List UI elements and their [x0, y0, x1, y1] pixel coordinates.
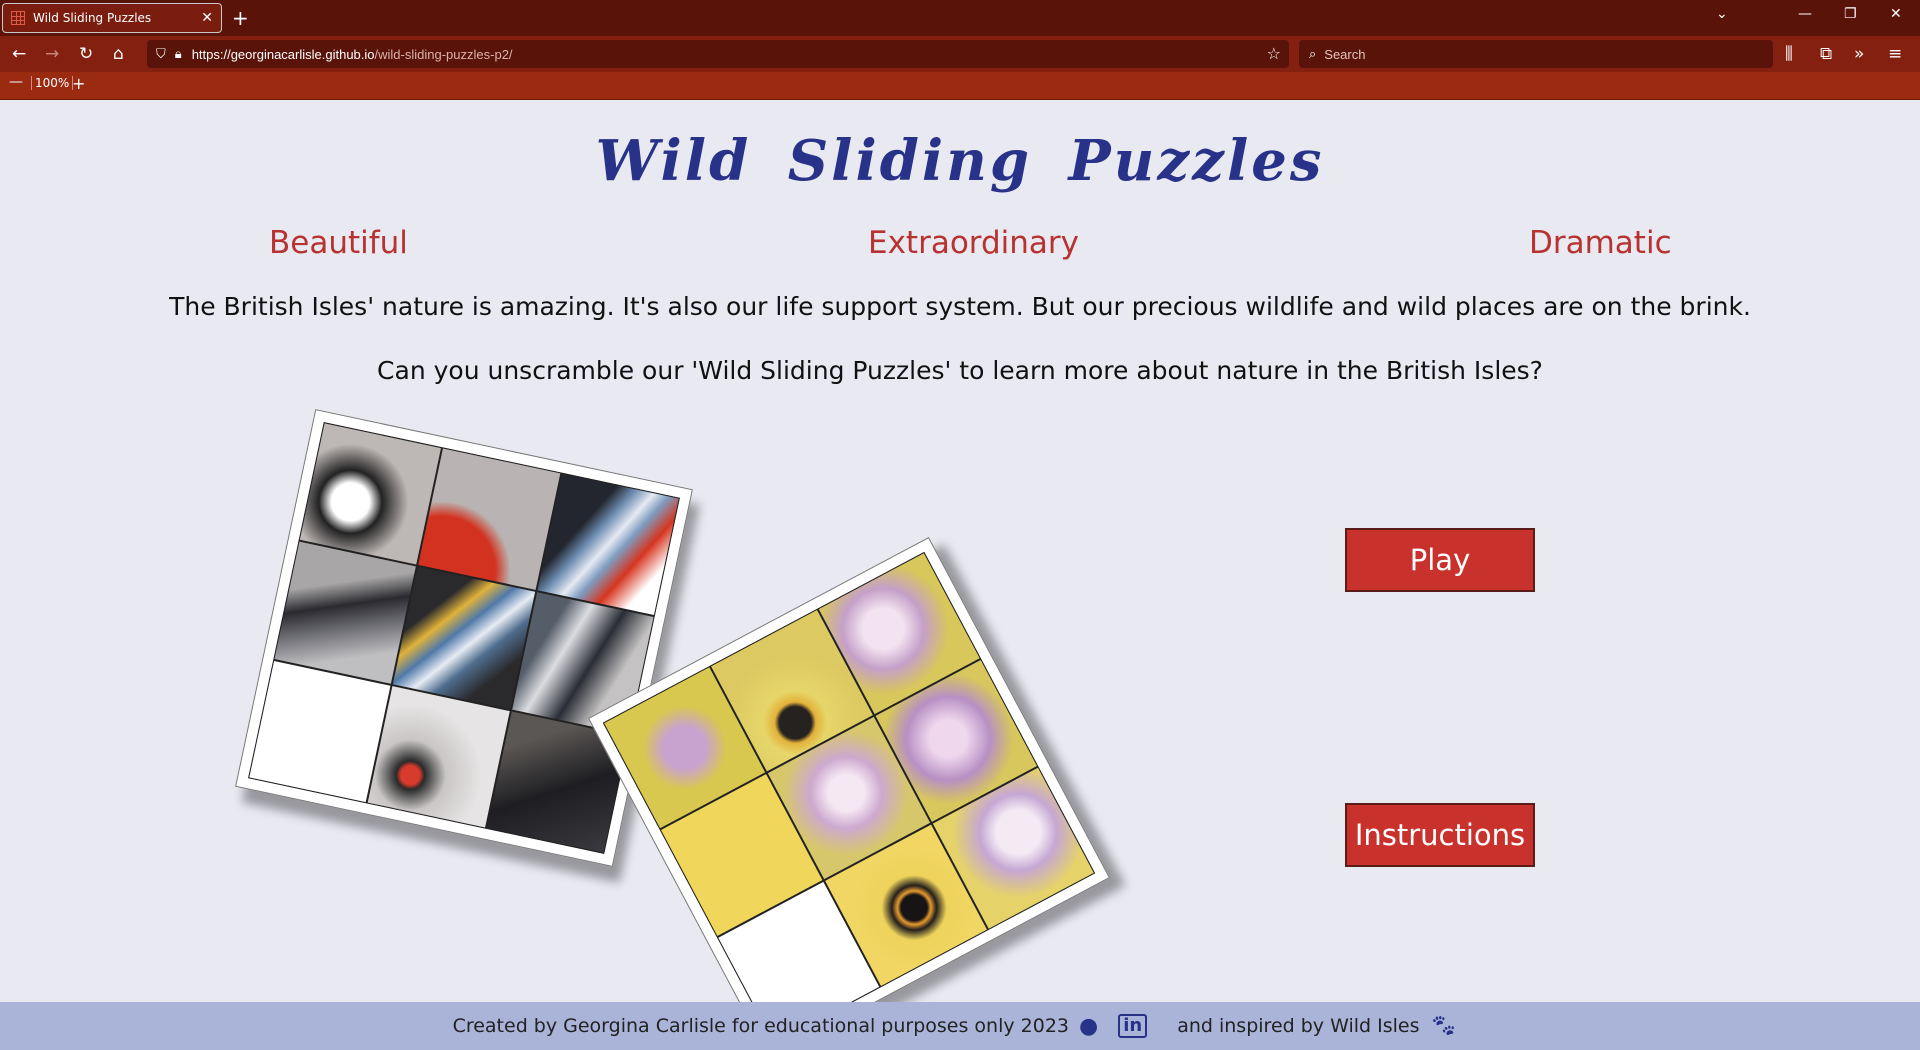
zoom-out-icon[interactable]: — — [9, 74, 23, 90]
page-content: Wild Sliding Puzzles Beautiful Extraordi… — [0, 100, 1920, 1050]
footer: Created by Georgina Carlisle for educati… — [0, 1002, 1920, 1050]
restore-icon[interactable]: ❐ — [1844, 6, 1857, 22]
lock-icon[interactable]: 🔒︎ — [175, 47, 182, 62]
browser-tab[interactable]: Wild Sliding Puzzles ✕ — [2, 3, 222, 33]
play-button[interactable]: Play — [1345, 528, 1535, 592]
extensions-icon[interactable]: ⧉ — [1820, 44, 1832, 64]
puzzle-empty-tile — [249, 660, 391, 803]
page-title: Wild Sliding Puzzles — [595, 128, 1325, 194]
puzzle-tile — [393, 567, 535, 709]
puzzle-tile — [418, 448, 560, 591]
github-icon[interactable]: ● — [1079, 1014, 1098, 1039]
search-icon: ⌕ — [1309, 46, 1317, 61]
tagline-beautiful: Beautiful — [269, 225, 408, 261]
address-bar[interactable]: ⛉ 🔒︎ https://georginacarlisle.github.io/… — [147, 40, 1289, 68]
footer-credit: Created by Georgina Carlisle for educati… — [452, 1015, 1070, 1037]
minimize-icon[interactable]: — — [1798, 6, 1812, 22]
list-all-tabs-icon[interactable]: ⌄ — [1716, 6, 1728, 22]
puzzle-tile — [537, 473, 679, 616]
shield-icon[interactable]: ⛉ — [156, 47, 166, 62]
new-tab-icon[interactable]: + — [232, 6, 249, 30]
search-placeholder: Search — [1324, 46, 1366, 62]
bookmark-star-icon[interactable]: ☆ — [1267, 44, 1281, 63]
zoom-toolbar: — 100% + — [0, 72, 1920, 100]
browser-nav-bar: ← → ↻ ⌂ ⛉ 🔒︎ https://georginacarlisle.gi… — [0, 36, 1920, 72]
browser-tab-bar: Wild Sliding Puzzles ✕ + ⌄ — ❐ ✕ — [0, 0, 1920, 36]
home-icon[interactable]: ⌂ — [113, 44, 124, 64]
puzzle-tile — [368, 685, 510, 828]
reload-icon[interactable]: ↻ — [79, 44, 93, 64]
instructions-button[interactable]: Instructions — [1345, 803, 1535, 867]
url-text[interactable]: https://georginacarlisle.github.io/wild-… — [192, 47, 513, 62]
tagline-dramatic: Dramatic — [1529, 225, 1672, 261]
window-close-icon[interactable]: ✕ — [1890, 6, 1902, 22]
intro-paragraph: The British Isles' nature is amazing. It… — [169, 292, 1751, 321]
linkedin-icon[interactable]: in — [1118, 1014, 1148, 1038]
forward-icon[interactable]: → — [45, 44, 59, 64]
zoom-in-icon[interactable]: + — [72, 74, 85, 93]
overflow-menu-icon[interactable]: » — [1854, 44, 1864, 64]
back-icon[interactable]: ← — [12, 44, 26, 64]
puzzle-tile — [274, 542, 417, 684]
grid-favicon-icon — [11, 11, 25, 25]
library-icon[interactable]: ⫼ — [1785, 44, 1793, 64]
tagline-extraordinary: Extraordinary — [868, 225, 1080, 261]
tab-title: Wild Sliding Puzzles — [33, 11, 152, 25]
footer-inspired: and inspired by Wild Isles — [1177, 1015, 1420, 1037]
hamburger-menu-icon[interactable]: ≡ — [1888, 44, 1902, 64]
paw-icon[interactable]: 🐾︎ — [1429, 1014, 1457, 1039]
search-input[interactable]: ⌕ Search — [1299, 40, 1773, 68]
zoom-level[interactable]: 100% — [31, 76, 74, 90]
close-tab-icon[interactable]: ✕ — [201, 10, 213, 26]
puzzle-tile — [299, 423, 442, 565]
challenge-paragraph: Can you unscramble our 'Wild Sliding Puz… — [377, 356, 1543, 385]
puffin-puzzle-image — [235, 409, 693, 867]
